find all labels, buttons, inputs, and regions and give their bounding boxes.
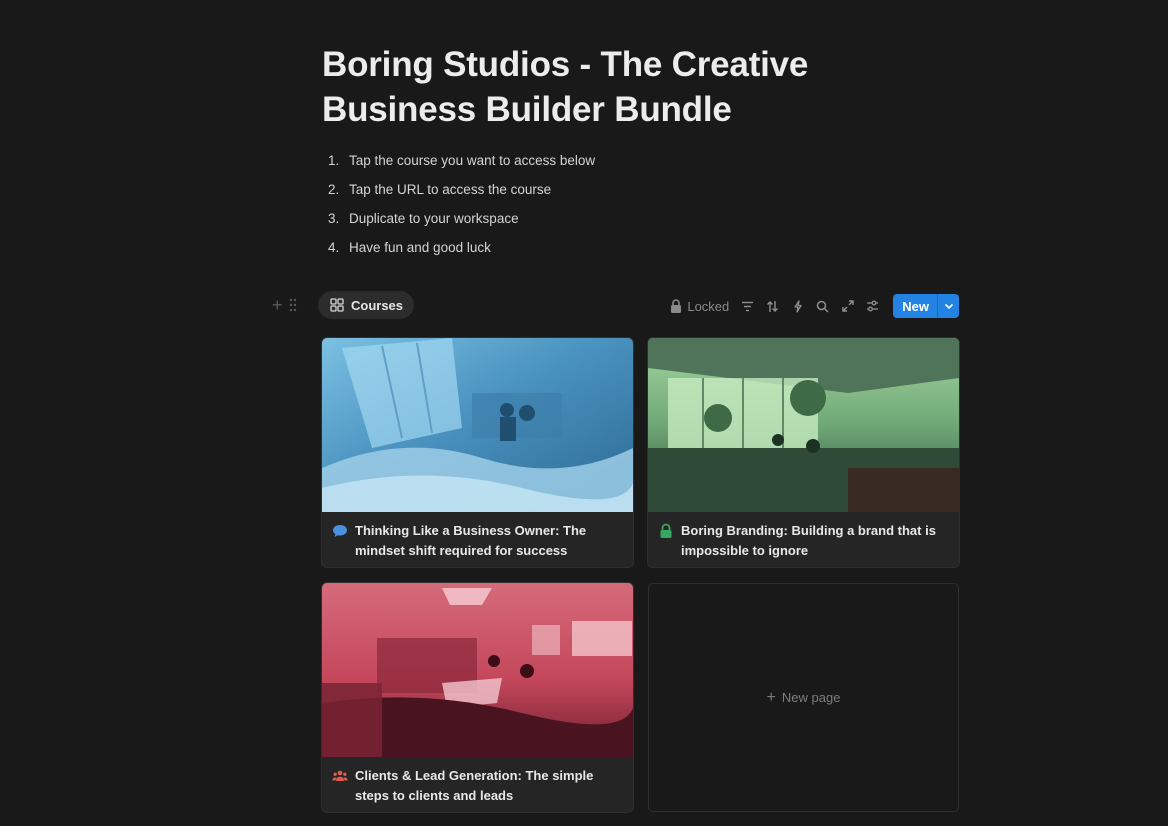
locked-label: Locked bbox=[687, 298, 730, 314]
lock-icon bbox=[660, 523, 672, 538]
list-item: 1. Tap the course you want to access belo… bbox=[328, 146, 595, 175]
speech-bubble-icon bbox=[333, 525, 347, 537]
list-text: Tap the course you want to access below bbox=[349, 153, 596, 168]
drag-handle-icon[interactable] bbox=[289, 298, 297, 312]
notion-page: Boring Studios - The Creative Business B… bbox=[0, 0, 1168, 826]
view-tab-courses[interactable]: Courses bbox=[318, 291, 415, 319]
course-card[interactable]: Boring Branding: Building a brand that i… bbox=[648, 338, 959, 567]
list-number: 1. bbox=[328, 153, 340, 168]
expand-button[interactable] bbox=[835, 293, 860, 319]
list-text: Tap the URL to access the course bbox=[349, 182, 552, 197]
view-tab-label: Courses bbox=[351, 297, 404, 313]
lightning-icon bbox=[794, 299, 802, 313]
page-title: Boring Studios - The Creative Business B… bbox=[322, 45, 809, 129]
card-title: Clients & Lead Generation: The simple st… bbox=[355, 768, 594, 803]
database-toolbar: Locked New bbox=[670, 293, 959, 319]
block-handle: + bbox=[272, 296, 297, 314]
card-caption: Clients & Lead Generation: The simple st… bbox=[332, 766, 626, 806]
sort-button[interactable] bbox=[760, 293, 785, 319]
list-item: 3. Duplicate to your workspace bbox=[328, 204, 595, 233]
card-cover-image bbox=[322, 583, 633, 757]
filter-icon bbox=[742, 301, 754, 311]
new-button[interactable]: New bbox=[893, 294, 959, 318]
sort-icon bbox=[767, 300, 779, 312]
plus-icon: + bbox=[766, 688, 776, 706]
add-block-icon[interactable]: + bbox=[272, 296, 283, 314]
locked-indicator[interactable]: Locked bbox=[670, 299, 729, 314]
settings-button[interactable] bbox=[860, 293, 885, 319]
chevron-down-icon bbox=[944, 303, 953, 309]
list-item: 2. Tap the URL to access the course bbox=[328, 175, 595, 204]
lock-icon bbox=[671, 299, 682, 313]
list-number: 3. bbox=[328, 211, 340, 226]
list-number: 4. bbox=[328, 240, 340, 255]
course-card[interactable]: Clients & Lead Generation: The simple st… bbox=[322, 583, 633, 812]
new-button-label[interactable]: New bbox=[893, 294, 938, 318]
card-caption: Thinking Like a Business Owner: The mind… bbox=[332, 521, 626, 561]
course-card[interactable]: Thinking Like a Business Owner: The mind… bbox=[322, 338, 633, 567]
card-title: Thinking Like a Business Owner: The mind… bbox=[355, 523, 587, 558]
search-button[interactable] bbox=[810, 293, 835, 319]
new-page-label: New page bbox=[781, 690, 841, 705]
card-cover-image bbox=[322, 338, 633, 512]
automation-button[interactable] bbox=[785, 293, 810, 319]
card-cover-image bbox=[648, 338, 959, 512]
list-item: 4. Have fun and good luck bbox=[328, 233, 595, 262]
list-text: Duplicate to your workspace bbox=[349, 211, 519, 226]
filter-button[interactable] bbox=[735, 293, 760, 319]
instructions-list: 1. Tap the course you want to access belo… bbox=[328, 146, 595, 262]
list-text: Have fun and good luck bbox=[349, 240, 491, 255]
search-icon bbox=[817, 300, 829, 313]
expand-icon bbox=[842, 300, 854, 312]
new-options-button[interactable] bbox=[938, 294, 959, 318]
list-number: 2. bbox=[328, 182, 340, 197]
new-page-card[interactable]: + New page bbox=[648, 583, 959, 812]
sliders-icon bbox=[867, 300, 879, 312]
people-icon bbox=[332, 770, 348, 781]
gallery-grid-icon bbox=[330, 298, 344, 312]
card-caption: Boring Branding: Building a brand that i… bbox=[658, 521, 952, 561]
card-title: Boring Branding: Building a brand that i… bbox=[681, 523, 936, 558]
